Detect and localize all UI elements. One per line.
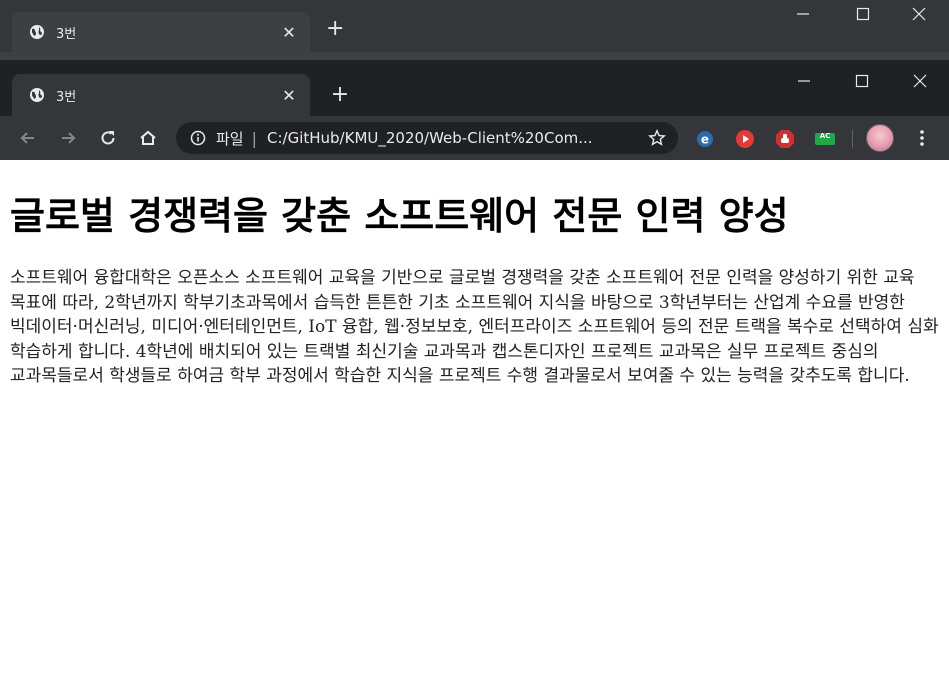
background-toolbar-edge	[0, 52, 949, 60]
url-separator: |	[251, 128, 257, 148]
bookmark-star-icon[interactable]	[646, 127, 668, 149]
home-icon[interactable]	[134, 124, 162, 152]
e-extension-icon[interactable]: e	[694, 128, 716, 150]
forward-arrow-icon[interactable]	[54, 124, 82, 152]
background-new-tab-button[interactable]: +	[326, 16, 344, 41]
background-tab-strip: 3번 ✕ +	[0, 0, 949, 52]
globe-icon	[28, 23, 46, 41]
background-close-window-icon[interactable]	[912, 6, 926, 25]
profile-avatar[interactable]	[866, 124, 894, 152]
svg-text:e: e	[701, 133, 709, 147]
page-heading: 글로벌 경쟁력을 갖춘 소프트웨어 전문 인력 양성	[10, 194, 789, 238]
tab-strip: 3번 ✕ +	[0, 60, 949, 116]
background-tab-title: 3번	[56, 26, 77, 42]
maximize-icon[interactable]	[840, 66, 884, 96]
minimize-icon[interactable]	[782, 66, 826, 96]
background-browser-window: 3번 ✕ +	[0, 0, 949, 60]
browser-toolbar: 파일 | C:/GitHub/KMU_2020/Web-Client%20Com…	[0, 116, 949, 160]
background-tab[interactable]: 3번 ✕	[12, 12, 310, 52]
new-tab-button[interactable]: +	[326, 80, 354, 108]
background-minimize-icon[interactable]	[796, 6, 810, 25]
ac-extension-icon[interactable]: AC	[814, 128, 836, 150]
toolbar-divider	[852, 130, 853, 148]
url-text[interactable]: C:/GitHub/KMU_2020/Web-Client%20Com...	[267, 129, 646, 147]
active-tab[interactable]: 3번 ✕	[12, 74, 310, 116]
browser-window: 3번 ✕ + 파일 | C:/GitHub/KMU_2020/Web-Clien…	[0, 60, 949, 697]
page-paragraph: 소프트웨어 융합대학은 오픈소스 소프트웨어 교육을 기반으로 글로벌 경쟁력을…	[10, 268, 939, 386]
stop-hand-extension-icon[interactable]	[774, 128, 796, 150]
background-tab-close-icon[interactable]: ✕	[278, 23, 300, 42]
youtube-play-extension-icon[interactable]	[734, 128, 756, 150]
tab-title: 3번	[56, 89, 77, 105]
page-content: 글로벌 경쟁력을 갖춘 소프트웨어 전문 인력 양성 소프트웨어 융합대학은 오…	[0, 160, 949, 697]
globe-icon	[28, 86, 46, 104]
info-icon[interactable]	[188, 128, 208, 148]
close-window-icon[interactable]	[898, 66, 942, 96]
ac-extension-label: AC	[819, 132, 831, 140]
background-maximize-icon[interactable]	[856, 6, 870, 25]
reload-icon[interactable]	[94, 124, 122, 152]
address-bar[interactable]: 파일 | C:/GitHub/KMU_2020/Web-Client%20Com…	[176, 122, 678, 154]
url-scheme-label: 파일	[216, 129, 244, 148]
tab-close-icon[interactable]: ✕	[278, 84, 300, 106]
menu-dots-icon[interactable]	[910, 124, 934, 152]
back-arrow-icon[interactable]	[14, 124, 42, 152]
